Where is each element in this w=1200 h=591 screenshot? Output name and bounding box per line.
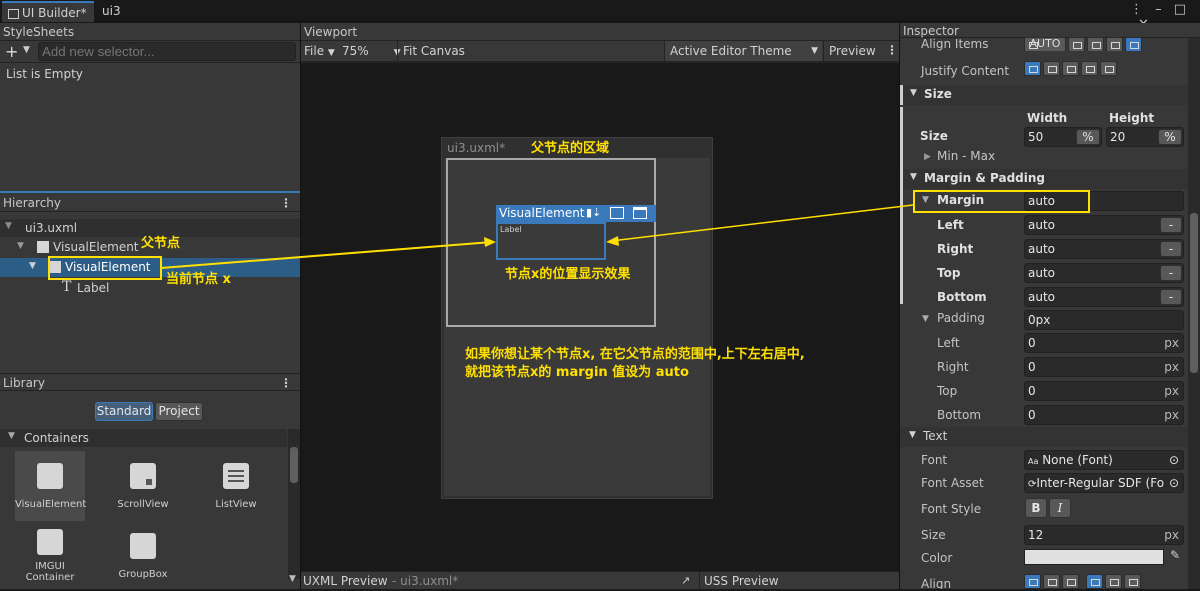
- annotation-explain-line1: 如果你想让某个节点x, 在它父节点的范围中,上下左右居中,: [465, 347, 805, 362]
- annotation-explain-line2: 就把该节点x的 margin 值设为 auto: [465, 365, 689, 380]
- annotation-parent-node: 父节点: [141, 236, 181, 251]
- current-node-highlight-box: [48, 256, 162, 280]
- margin-highlight-box: [913, 190, 1090, 213]
- annotation-parent-area: 父节点的区域: [531, 141, 610, 156]
- annotation-current-node: 当前节点 x: [166, 272, 231, 287]
- annotation-arrow-margin: [610, 204, 914, 242]
- annotation-display-effect: 节点x的位置显示效果: [505, 267, 631, 282]
- arrowhead-icon: [606, 236, 619, 246]
- annotation-arrow-current: [160, 241, 493, 269]
- annotation-overlay: [48, 190, 1090, 280]
- arrowhead-icon: [484, 237, 496, 247]
